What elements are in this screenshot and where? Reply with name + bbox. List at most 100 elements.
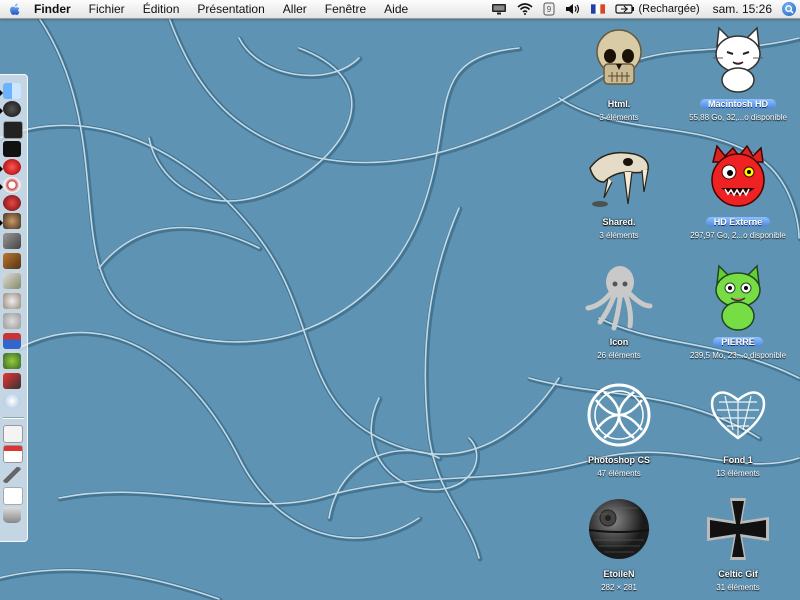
apple-icon [10, 3, 20, 15]
itunes-icon [3, 195, 21, 211]
desktop-icon-shared[interactable]: Shared. 3 éléments [559, 142, 679, 240]
dock-pen[interactable] [3, 467, 23, 483]
menu-presentation[interactable]: Présentation [188, 0, 273, 18]
dock-itunes[interactable] [3, 195, 23, 211]
battery-status[interactable]: (Rechargée) [610, 0, 704, 18]
rocket-icon [3, 373, 21, 389]
dock-bug[interactable] [3, 353, 23, 369]
white-cat-icon [703, 24, 773, 94]
menu-finder[interactable]: Finder [30, 0, 80, 18]
desktop-icon-info: 26 éléments [597, 351, 641, 360]
battery-icon [615, 4, 635, 14]
celtic-knot-icon [584, 380, 654, 450]
menu-fichier[interactable]: Fichier [80, 0, 134, 18]
monkey-icon [3, 213, 21, 229]
desktop-icon-label: Macintosh HD [699, 99, 776, 109]
menu-edition[interactable]: Édition [134, 0, 189, 18]
menu-extras: 9 (Rechargée) sam. 15:26 [486, 0, 800, 18]
terminal-icon [3, 121, 23, 139]
desktop-icon-label: Celtic Gif [718, 569, 758, 579]
menu-fenetre[interactable]: Fenêtre [316, 0, 375, 18]
volume-icon[interactable] [560, 0, 586, 18]
trash-icon [3, 507, 21, 523]
skull-icon [584, 24, 654, 94]
desktop-icon-etoilen[interactable]: EtoileN 282 × 281 [559, 494, 679, 592]
sabertooth-skull-icon [584, 142, 654, 212]
desktop-icon-label: PIERRE [713, 337, 763, 347]
battery-label: (Rechargée) [638, 3, 700, 15]
desktop-icon-label: HD Externe [705, 217, 771, 227]
desktop-icon-label: Icon [609, 337, 629, 347]
dock-calendar[interactable] [3, 445, 23, 463]
dock-red-ball[interactable] [3, 159, 23, 175]
dragon-icon [3, 253, 21, 269]
dock-eyeball[interactable] [3, 177, 23, 193]
dock-text-file[interactable] [3, 487, 23, 505]
desktop-icon-info: 3 éléments [599, 231, 639, 240]
dock-document[interactable] [3, 425, 23, 443]
gear-icon [3, 393, 21, 409]
pirate-flag-icon [3, 141, 21, 157]
desktop-icon-info: 3 éléments [599, 113, 639, 122]
dock-tools[interactable] [3, 233, 23, 249]
desktop-icon-info: 297,97 Go, 2...o disponible [690, 231, 786, 240]
dock-dragon[interactable] [3, 253, 23, 269]
display-icon[interactable] [486, 0, 512, 18]
tools-icon [3, 233, 21, 249]
dock-dashboard[interactable] [3, 101, 23, 117]
green-cat-icon [703, 262, 773, 332]
spotlight-icon[interactable] [782, 2, 796, 16]
finder-icon [3, 83, 21, 99]
dock-cat[interactable] [3, 313, 23, 329]
menu-bar: Finder Fichier Édition Présentation Alle… [0, 0, 800, 19]
sync-icon[interactable]: 9 [538, 0, 560, 18]
desktop-icon-icon[interactable]: Icon 26 éléments [559, 262, 679, 360]
desktop-icon-hd-externe[interactable]: HD Externe 297,97 Go, 2...o disponible [678, 142, 798, 240]
octopus-icon [584, 262, 654, 332]
flag-fr-icon[interactable] [586, 0, 610, 18]
desktop-icon-info: 47 éléments [597, 469, 641, 478]
desktop-icon-label: Html. [607, 99, 631, 109]
desktop-icon-label: Shared. [602, 217, 636, 227]
eyeball-icon [3, 177, 21, 193]
text-file-icon [3, 487, 23, 505]
desktop-icon-info: 282 × 281 [601, 583, 637, 592]
document-icon [3, 425, 23, 443]
desktop-icon-photoshop-cs[interactable]: Photoshop CS 47 éléments [559, 380, 679, 478]
dock-rocket[interactable] [3, 373, 23, 389]
dock-separator [3, 417, 24, 419]
dock-gear[interactable] [3, 393, 23, 409]
toolbox-icon [3, 333, 21, 349]
desktop-icon-info: 13 éléments [716, 469, 760, 478]
apple-menu[interactable] [0, 0, 30, 18]
dock-finder[interactable] [3, 83, 23, 99]
calendar-icon [3, 445, 23, 463]
menu-aller[interactable]: Aller [274, 0, 316, 18]
menu-aide[interactable]: Aide [375, 0, 417, 18]
dock-monkey[interactable] [3, 213, 23, 229]
dock-terminal[interactable] [3, 121, 23, 139]
cat-icon [3, 313, 21, 329]
death-star-icon [584, 494, 654, 564]
desktop-icon-celtic-gif[interactable]: Celtic Gif 31 éléments [678, 494, 798, 592]
dock-toolbox[interactable] [3, 333, 23, 349]
desktop-icon-pierre[interactable]: PIERRE 239,5 Mo, 23...o disponible [678, 262, 798, 360]
desktop-icon-macintosh-hd[interactable]: Macintosh HD 55,88 Go, 32,...o disponibl… [678, 24, 798, 122]
red-ball-icon [3, 159, 21, 175]
svg-text:9: 9 [547, 5, 552, 14]
desktop-icon-info: 31 éléments [716, 583, 760, 592]
desktop-icon-info: 239,5 Mo, 23...o disponible [689, 351, 787, 360]
desktop-icon-label: Fond 1 [723, 455, 753, 465]
desktop-icon-html[interactable]: Html. 3 éléments [559, 24, 679, 122]
desktop-icon-label: Photoshop CS [588, 455, 650, 465]
dock-skull[interactable] [3, 293, 23, 309]
dashboard-icon [3, 101, 21, 117]
dock-trash[interactable] [3, 507, 23, 523]
desktop-icon-fond-1[interactable]: Fond 1 13 éléments [678, 380, 798, 478]
iron-cross-icon [703, 494, 773, 564]
dock-bones[interactable] [3, 273, 23, 289]
dock-pirate[interactable] [3, 141, 23, 157]
desktop-icon-label: EtoileN [603, 569, 635, 579]
clock[interactable]: sam. 15:26 [705, 0, 780, 18]
wifi-icon[interactable] [512, 0, 538, 18]
